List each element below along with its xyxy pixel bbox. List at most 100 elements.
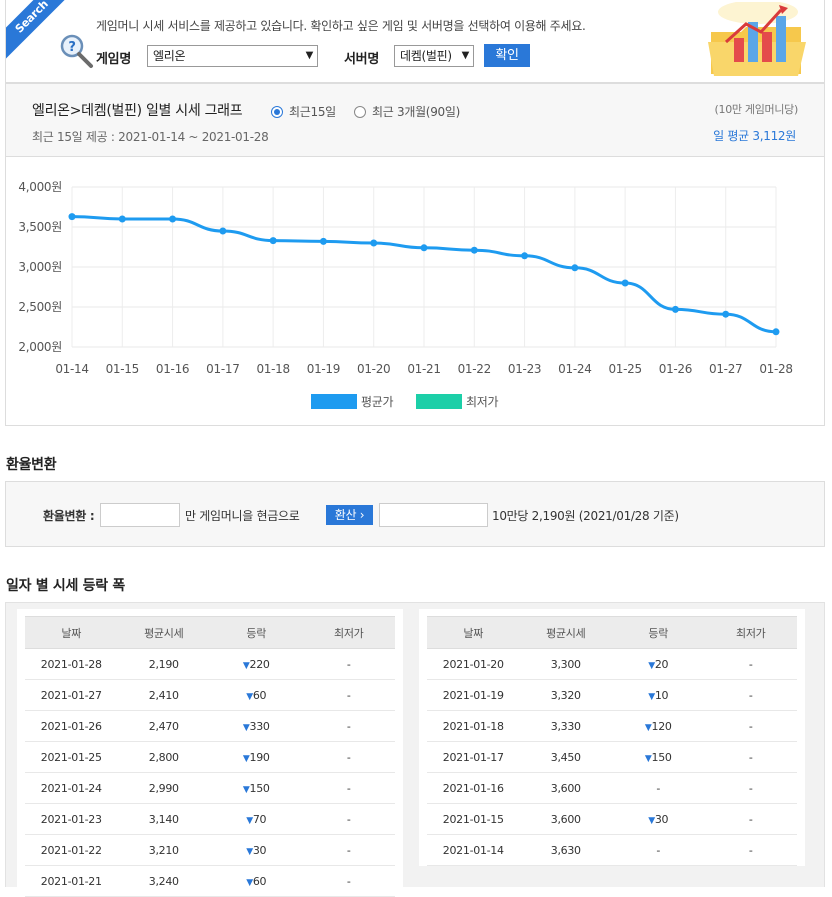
cash-result-input[interactable] (379, 503, 488, 527)
x-tick-label: 01-26 (659, 362, 692, 376)
radio-unselected-icon (354, 106, 366, 118)
radio-15days[interactable]: 최근15일 (271, 103, 336, 120)
cell-change: ▼150 (612, 741, 705, 773)
data-point (470, 246, 478, 254)
table-row: 2021-01-28 2,190 ▼220- (25, 648, 395, 680)
arrow-down-icon: ▼ (648, 815, 655, 826)
col-avg-price: 평균시세 (519, 616, 612, 649)
table-header-row: 날짜 평균시세 등락 최저가 (427, 616, 797, 649)
data-point (370, 239, 378, 247)
table-row: 2021-01-21 3,240 ▼60- (25, 865, 395, 897)
arrow-down-icon: ▼ (246, 877, 253, 888)
x-tick-label: 01-21 (407, 362, 440, 376)
change-value: 330 (249, 719, 270, 733)
cell-min-price: - (302, 679, 395, 711)
x-tick-label: 01-17 (206, 362, 239, 376)
game-select[interactable]: 엘리온 ▼ (147, 45, 318, 67)
table-row: 2021-01-18 3,330 ▼120- (427, 710, 797, 742)
server-select[interactable]: 데켐(벌핀) ▼ (394, 45, 474, 67)
legend-swatch (311, 394, 357, 409)
graph-unit: (10만 게임머니당) (714, 103, 799, 116)
y-tick-label: 3,000원 (18, 260, 62, 274)
daily-table-left: 날짜 평균시세 등락 최저가 2021-01-28 2,190 ▼220-2021-… (25, 616, 395, 897)
x-tick-label: 01-19 (307, 362, 340, 376)
change-value: 10 (654, 688, 669, 702)
col-date: 날짜 (427, 616, 520, 649)
table-row: 2021-01-17 3,450 ▼150- (427, 741, 797, 773)
daily-table-right: 날짜 평균시세 등락 최저가 2021-01-20 3,300 ▼20-2021-0… (427, 616, 797, 866)
cell-avg-price: 3,320 (519, 679, 612, 711)
arrow-down-icon: ▼ (246, 846, 253, 857)
table-row: 2021-01-19 3,320 ▼10- (427, 679, 797, 711)
col-change: 등락 (612, 616, 705, 649)
cell-min-price: - (704, 648, 797, 680)
x-tick-label: 01-15 (106, 362, 139, 376)
exchange-panel: 환율변환 : 만 게임머니을 현금으로 환산 › 10만당 2,190원 (20… (5, 481, 825, 547)
col-min-price: 최저가 (302, 616, 395, 649)
cell-date: 2021-01-24 (25, 772, 118, 804)
data-point (219, 227, 227, 235)
cell-date: 2021-01-20 (427, 648, 520, 680)
cell-min-price: - (704, 772, 797, 804)
cell-date: 2021-01-27 (25, 679, 118, 711)
cell-date: 2021-01-22 (25, 834, 118, 866)
arrow-down-icon: ▼ (242, 784, 250, 795)
arrow-down-icon: ▼ (242, 753, 250, 764)
cell-change: ▼120 (612, 710, 705, 742)
x-tick-label: 01-24 (558, 362, 591, 376)
cell-change: - (612, 834, 705, 866)
change-value: 30 (252, 843, 267, 857)
change-value: 220 (249, 657, 270, 671)
cell-date: 2021-01-16 (427, 772, 520, 804)
money-amount-input[interactable] (100, 503, 180, 527)
cell-avg-price: 3,210 (117, 834, 210, 866)
col-change: 등락 (210, 616, 303, 649)
legend-swatch (416, 394, 462, 409)
x-tick-label: 01-22 (458, 362, 491, 376)
graph-header: 엘리온>데켐(벌핀) 일별 시세 그래프 최근15일 최근 3개월(90일) 최… (6, 84, 824, 157)
daily-section-title: 일자 별 시세 등락 폭 (6, 578, 125, 594)
chevron-down-icon: ▼ (305, 50, 314, 61)
arrow-down-icon: ▼ (246, 815, 253, 826)
radio-selected-icon (271, 106, 283, 118)
arrow-down-icon: ▼ (644, 753, 652, 764)
data-point (722, 310, 730, 318)
convert-button[interactable]: 환산 › (326, 505, 373, 525)
cell-date: 2021-01-26 (25, 710, 118, 742)
col-date: 날짜 (25, 616, 118, 649)
cell-date: 2021-01-25 (25, 741, 118, 773)
cell-min-price: - (302, 865, 395, 897)
cell-avg-price: 2,800 (117, 741, 210, 773)
change-value: 30 (654, 812, 669, 826)
cell-change: ▼330 (210, 710, 303, 742)
arrow-down-icon: ▼ (648, 660, 655, 671)
arrow-down-icon: ▼ (242, 660, 250, 671)
svg-text:?: ? (68, 40, 75, 55)
cell-min-price: - (704, 803, 797, 835)
search-panel: Search 게임머니 시세 서비스를 제공하고 있습니다. 확인하고 싶은 게… (5, 0, 825, 83)
data-point (68, 213, 76, 221)
x-tick-label: 01-25 (608, 362, 641, 376)
data-point (420, 244, 428, 252)
cell-avg-price: 2,190 (117, 648, 210, 680)
cell-avg-price: 3,240 (117, 865, 210, 897)
radio-15days-label: 최근15일 (289, 105, 336, 119)
confirm-button[interactable]: 확인 (484, 44, 530, 67)
chart-folder-illustration (708, 2, 806, 76)
change-value: 60 (252, 688, 267, 702)
graph-title: 엘리온>데켐(벌핀) 일별 시세 그래프 (32, 103, 243, 119)
radio-90days[interactable]: 최근 3개월(90일) (354, 103, 460, 120)
radio-90days-label: 최근 3개월(90일) (372, 105, 460, 119)
daily-table-left-panel: 날짜 평균시세 등락 최저가 2021-01-28 2,190 ▼220-2021-… (17, 609, 403, 897)
change-value: 20 (654, 657, 669, 671)
cell-avg-price: 2,410 (117, 679, 210, 711)
table-row: 2021-01-20 3,300 ▼20- (427, 648, 797, 680)
magnifier-icon: ? (60, 34, 93, 68)
change-value: 150 (249, 781, 270, 795)
daily-table-right-panel: 날짜 평균시세 등락 최저가 2021-01-20 3,300 ▼20-2021-0… (419, 609, 805, 866)
cell-date: 2021-01-21 (25, 865, 118, 897)
table-row: 2021-01-16 3,600- - (427, 772, 797, 804)
exchange-section-title: 환율변환 (6, 457, 57, 473)
chevron-down-icon: ▼ (461, 50, 470, 61)
data-point (118, 215, 126, 223)
